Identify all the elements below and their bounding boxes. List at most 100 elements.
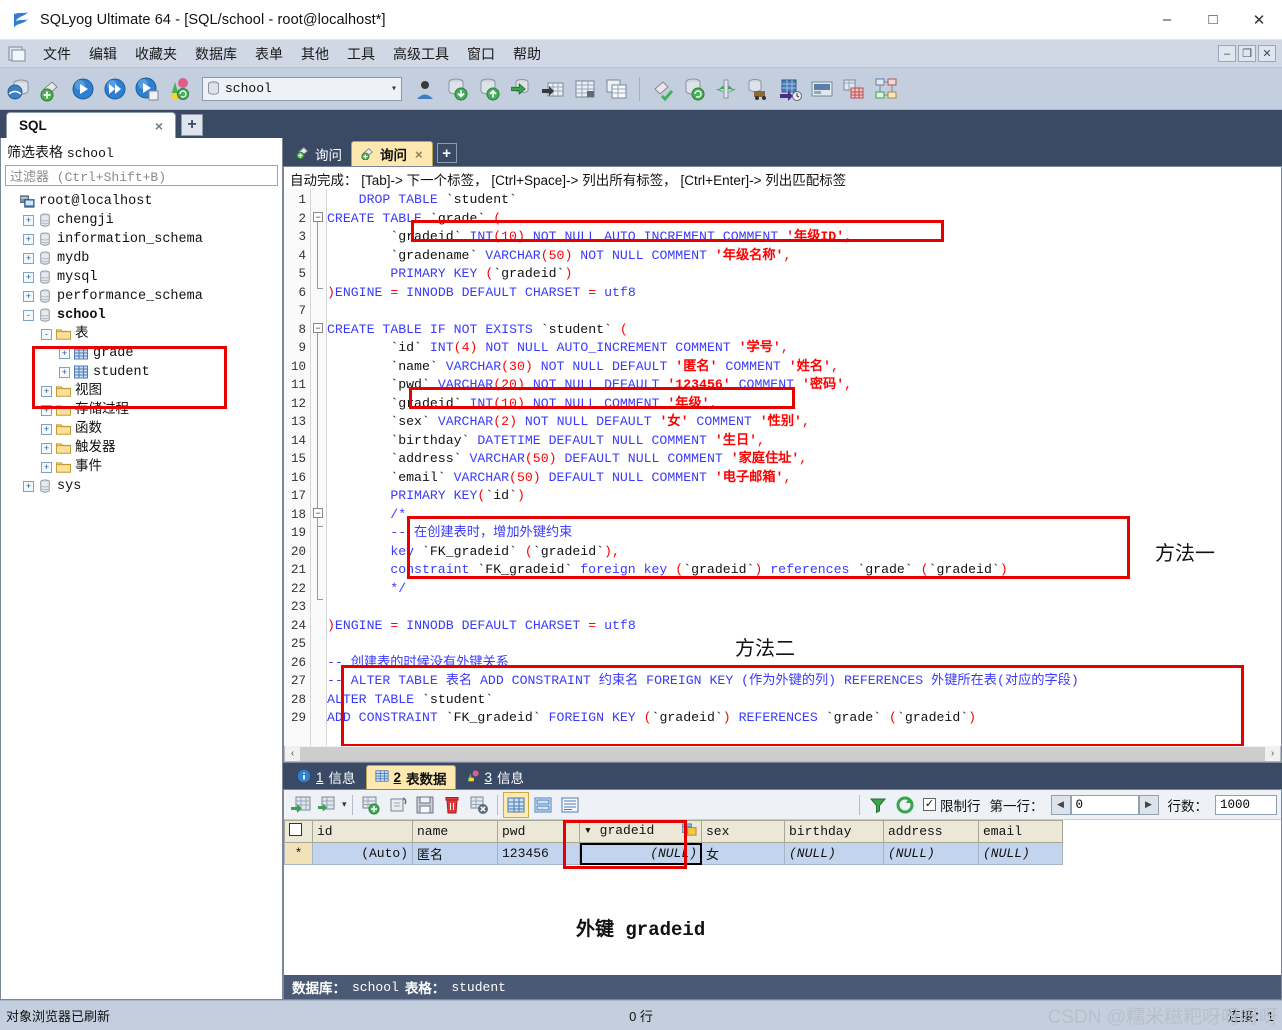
column-header-pwd[interactable]: pwd <box>497 820 580 843</box>
code-line[interactable]: )ENGINE = INNODB DEFAULT CHARSET = utf8 <box>327 617 1281 636</box>
object-filter-input[interactable]: 过滤器 (Ctrl+Shift+B) <box>5 165 278 186</box>
import-external-data-icon[interactable] <box>538 73 568 105</box>
menu-edit[interactable]: 编辑 <box>80 42 126 66</box>
cell-id[interactable]: (Auto) <box>312 842 413 865</box>
new-connection-icon[interactable] <box>4 73 34 105</box>
code-line[interactable] <box>327 598 1281 617</box>
refresh-data-icon[interactable] <box>288 792 314 818</box>
result-tab-table-data-2[interactable]: 2 表数据 <box>365 765 456 789</box>
menu-other[interactable]: 其他 <box>292 42 338 66</box>
menu-tools[interactable]: 工具 <box>338 42 384 66</box>
cell-name[interactable]: 匿名 <box>412 842 498 865</box>
column-header-gradeid[interactable]: ▾ gradeid <box>579 820 702 843</box>
code-line[interactable]: /* <box>327 506 1281 525</box>
code-line[interactable]: `sex` VARCHAR(2) NOT NULL DEFAULT '女' CO… <box>327 413 1281 432</box>
tree-node-performance-schema[interactable]: + performance_schema <box>1 287 282 306</box>
code-line[interactable]: `pwd` VARCHAR(20) NOT NULL DEFAULT '1234… <box>327 376 1281 395</box>
cell-pwd[interactable]: 123456 <box>497 842 580 865</box>
tree-expander-icon[interactable]: + <box>59 367 70 378</box>
column-header-email[interactable]: email <box>978 820 1063 843</box>
rows-count-input[interactable]: 1000 <box>1215 794 1277 815</box>
scroll-left-icon[interactable]: ‹ <box>285 748 300 759</box>
checkbox-icon[interactable] <box>289 823 302 836</box>
backup-database-icon[interactable] <box>506 73 536 105</box>
cell-birthday[interactable]: (NULL) <box>784 842 884 865</box>
column-header-name[interactable]: name <box>412 820 498 843</box>
user-manager-icon[interactable] <box>410 73 440 105</box>
tree-node--[interactable]: + 存储过程 <box>1 401 282 420</box>
connection-tab-sql[interactable]: SQL × <box>6 112 176 138</box>
execute-query-to-new-tab-icon[interactable] <box>132 73 162 105</box>
code-line[interactable]: `birthday` DATETIME DEFAULT NULL COMMENT… <box>327 432 1281 451</box>
tree-node-grade[interactable]: + grade <box>1 344 282 363</box>
tree-node-chengji[interactable]: + chengji <box>1 211 282 230</box>
next-page-button[interactable]: ▶ <box>1138 794 1159 815</box>
close-button[interactable]: ✕ <box>1236 0 1282 40</box>
migration-icon[interactable] <box>743 73 773 105</box>
code-line[interactable]: key `FK_gradeid` (`gradeid`), <box>327 543 1281 562</box>
discard-changes-icon[interactable] <box>466 792 492 818</box>
import-database-icon[interactable] <box>442 73 472 105</box>
table-data-icon[interactable] <box>570 73 600 105</box>
code-line[interactable]: `address` VARCHAR(50) DEFAULT NULL COMME… <box>327 450 1281 469</box>
tree-node-student[interactable]: + student <box>1 363 282 382</box>
tree-expander-icon[interactable]: + <box>59 348 70 359</box>
result-tab-messages-3[interactable]: 3 信息 <box>458 765 533 789</box>
tree-node-information-schema[interactable]: + information_schema <box>1 230 282 249</box>
menu-table[interactable]: 表单 <box>246 42 292 66</box>
cell-gradeid[interactable]: (NULL) <box>579 842 702 865</box>
execute-all-queries-icon[interactable] <box>100 73 130 105</box>
code-line[interactable] <box>327 302 1281 321</box>
menu-help[interactable]: 帮助 <box>504 42 550 66</box>
fold-toggle-line2[interactable]: − <box>313 211 323 222</box>
cell-address[interactable]: (NULL) <box>883 842 979 865</box>
first-row-stepper[interactable]: ◀ 0 ▶ <box>1050 794 1159 815</box>
query-tab-2[interactable]: 询问 × <box>351 141 433 166</box>
tree-node--[interactable]: -表 <box>1 325 282 344</box>
code-line[interactable]: )ENGINE = INNODB DEFAULT CHARSET = utf8 <box>327 284 1281 303</box>
tree-node--[interactable]: + 事件 <box>1 458 282 477</box>
scroll-right-icon[interactable]: › <box>1265 748 1280 759</box>
tree-expander-icon[interactable]: + <box>23 291 34 302</box>
tree-expander-icon[interactable]: - <box>41 329 52 340</box>
tree-node-mysql[interactable]: + mysql <box>1 268 282 287</box>
code-line[interactable]: CREATE TABLE `grade` ( <box>327 210 1281 229</box>
tree-expander-icon[interactable]: + <box>41 462 52 473</box>
notification-services-icon[interactable] <box>807 73 837 105</box>
refresh-dropdown-icon[interactable] <box>315 792 341 818</box>
tree-node-school[interactable]: - school <box>1 306 282 325</box>
new-connection-add-icon[interactable] <box>36 73 66 105</box>
tree-expander-icon[interactable]: + <box>41 443 52 454</box>
fold-toggle-line18[interactable]: − <box>313 507 323 518</box>
tree-expander-icon[interactable]: + <box>23 481 34 492</box>
chevron-down-icon[interactable]: ▾ <box>391 83 397 95</box>
tree-node--[interactable]: + 视图 <box>1 382 282 401</box>
scheduled-backup-icon[interactable] <box>775 73 805 105</box>
tree-expander-icon[interactable]: + <box>23 253 34 264</box>
column-header-sex[interactable]: sex <box>701 820 785 843</box>
tree-expander-icon[interactable]: + <box>23 215 34 226</box>
tree-expander-icon[interactable]: + <box>41 424 52 435</box>
mdi-restore-button[interactable]: ❐ <box>1238 45 1256 62</box>
prev-page-button[interactable]: ◀ <box>1050 794 1071 815</box>
insert-row-icon[interactable] <box>358 792 384 818</box>
query-tab-1[interactable]: 询问 <box>287 141 351 166</box>
close-icon[interactable]: × <box>415 147 423 162</box>
sql-code-text[interactable]: DROP TABLE `student` CREATE TABLE `grade`… <box>327 189 1281 746</box>
code-line[interactable]: `name` VARCHAR(30) NOT NULL DEFAULT '匿名'… <box>327 358 1281 377</box>
save-changes-icon[interactable] <box>412 792 438 818</box>
tree-expander-icon[interactable]: + <box>23 272 34 283</box>
cell-sex[interactable]: 女 <box>701 842 785 865</box>
menu-database[interactable]: 数据库 <box>186 42 246 66</box>
data-grid[interactable]: id name pwd ▾ gradeid sex birthday addre… <box>284 820 1063 865</box>
text-view-icon[interactable] <box>557 792 583 818</box>
tree-node-mydb[interactable]: + mydb <box>1 249 282 268</box>
code-line[interactable]: PRIMARY KEY(`id`) <box>327 487 1281 506</box>
limit-rows-checkbox[interactable]: ✓ 限制行 <box>923 795 981 815</box>
chevron-down-icon[interactable]: ▾ <box>342 799 347 810</box>
tree-expander-icon[interactable]: + <box>23 234 34 245</box>
code-line[interactable]: -- 创建表的时候没有外键关系 <box>327 654 1281 673</box>
mdi-minimize-button[interactable]: – <box>1218 45 1236 62</box>
refresh-objects-icon[interactable] <box>164 73 194 105</box>
form-view-icon[interactable] <box>530 792 556 818</box>
